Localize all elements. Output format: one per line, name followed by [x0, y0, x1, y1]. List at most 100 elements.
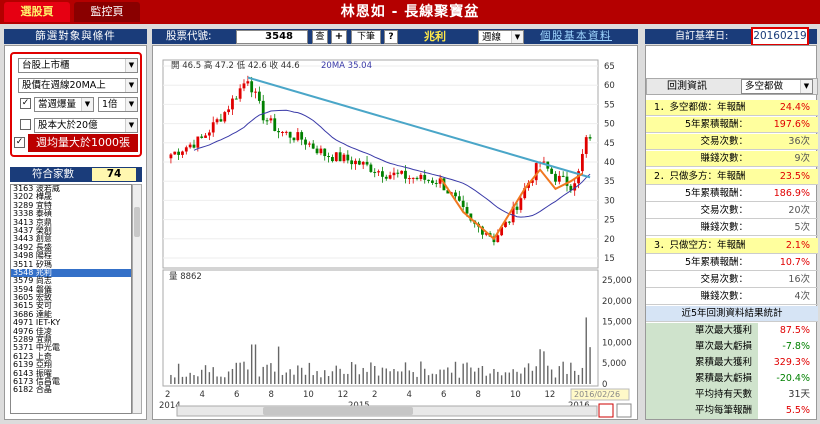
candle-body [269, 118, 273, 121]
section-row-label: 交易次數： [700, 136, 748, 147]
tab-monitoring[interactable]: 監控頁 [74, 2, 140, 22]
stock-name: 兆利 [424, 30, 446, 43]
ohlc-label: 開 46.5 高 47.2 低 42.6 收 44.6 [171, 60, 300, 71]
candle-body [169, 154, 173, 159]
app-title: 林恩如 - 長線聚寶盆 [340, 4, 480, 20]
period-select[interactable]: 週線 ▼ [478, 30, 524, 44]
date-tag: 2016/02/26 [574, 390, 620, 399]
x-tick-label: 2 [372, 390, 377, 400]
base-date-input[interactable]: 20160219 [751, 27, 809, 46]
section-row-label: 5年累積報酬： [684, 257, 748, 268]
candle-body [415, 177, 419, 180]
candle-body [215, 119, 219, 123]
next-button[interactable]: 下筆 [351, 30, 381, 44]
candle-body [311, 143, 315, 149]
stock-list-scrollbar[interactable] [132, 184, 142, 414]
stat-value: -7.8% [782, 341, 810, 352]
capital-select[interactable]: 股本大於20億 ▼ [34, 118, 138, 133]
section-title: 1．多空都做：年報酬 24.4% [646, 100, 818, 116]
candle-body [561, 175, 565, 177]
candle-body [265, 120, 269, 122]
x-tick-label: 10 [510, 390, 521, 400]
filter-section-title: 篩選對象與條件 [4, 29, 147, 44]
candle-body [554, 173, 557, 182]
price-tick-label: 15 [604, 254, 615, 264]
candle-body [431, 180, 434, 183]
price-tick-label: 35 [604, 177, 615, 187]
tab-stock-picking[interactable]: 選股頁 [4, 2, 70, 22]
x-tick-label: 6 [441, 390, 446, 400]
candle-body [300, 132, 304, 140]
stat-label: 累積最大虧損 [646, 371, 758, 387]
count-value: 74 [92, 168, 136, 181]
stat-label: 平均每筆報酬 [646, 403, 758, 419]
candle-body [242, 83, 246, 89]
stat-value: -20.4% [776, 373, 810, 384]
candle-body [419, 174, 423, 180]
candle-body [381, 171, 384, 177]
x-tick-label: 2 [165, 390, 170, 400]
candle-body [281, 131, 284, 133]
price-tick-label: 50 [604, 120, 615, 130]
backtest-panel: 回測資訊 多空都做 ▼ 1．多空都做：年報酬 24.4% 5年累積報酬： 197.6% 交… [645, 45, 818, 420]
market-select[interactable]: 台股上市櫃 ▼ [18, 58, 138, 73]
candle-body [338, 152, 342, 162]
multiplier-select[interactable]: 1倍 ▼ [98, 97, 138, 112]
candle-body [315, 148, 319, 154]
section-title-label: 1．多空都做：年報酬 [654, 102, 746, 113]
capital-checkbox[interactable] [20, 119, 31, 130]
price-tick-label: 45 [604, 139, 615, 149]
candle-body [392, 172, 396, 176]
candle-body [261, 100, 265, 121]
scrollbar-thumb[interactable] [134, 207, 140, 237]
basic-info-link[interactable]: 個股基本資料 [540, 30, 612, 43]
candle-body [454, 192, 457, 197]
help-button[interactable]: ? [384, 30, 398, 44]
base-date-label: 自訂基準日: [675, 31, 729, 42]
volume-checkbox[interactable]: ✓ [20, 98, 31, 109]
mode-select[interactable]: 多空都做 ▼ [741, 79, 813, 94]
price-tick-label: 60 [604, 81, 615, 91]
section-row: 5年累積報酬： 186.9% [646, 186, 818, 202]
zoom-in-icon [598, 403, 614, 418]
volume-tick-label: 5,000 [602, 359, 626, 369]
section-row-label: 賺錢次數： [700, 222, 748, 233]
candle-body [188, 144, 192, 148]
candle-body [400, 170, 404, 174]
section-row-value: 9次 [794, 153, 810, 164]
ma-label: 20MA 35.04 [321, 61, 372, 71]
candle-body [200, 136, 204, 138]
candle-body [588, 137, 592, 139]
stat-value: 329.3% [773, 357, 810, 368]
stat-label: 平均持有天數 [646, 387, 758, 403]
candle-body [196, 136, 200, 148]
condition-select[interactable]: 股價在週線20MA上 ▼ [18, 78, 138, 93]
candle-body [584, 137, 588, 154]
x-tick-label: 8 [476, 390, 481, 400]
query-button[interactable]: 查 [312, 30, 328, 44]
candle-body [434, 182, 438, 184]
volume-pane [162, 269, 599, 387]
volume-select[interactable]: 當週爆量 ▼ [34, 97, 94, 112]
add-button[interactable]: + [331, 30, 347, 44]
stock-code-input[interactable]: 3548 [236, 30, 308, 44]
weekly-volume-checkbox[interactable]: ✓ [14, 137, 25, 148]
candle-body [304, 139, 307, 145]
x-tick-label: 8 [269, 390, 274, 400]
stock-list[interactable]: 3163 波若威 3202 樺晟 3289 宜特 3338 泰碩 3413 京鼎 3437… [10, 184, 132, 414]
candle-body [254, 91, 257, 93]
candle-body [457, 196, 461, 201]
volume-tick-label: 20,000 [602, 297, 632, 307]
candle-body [207, 132, 211, 136]
list-item[interactable]: 6182 合晶 [11, 385, 131, 394]
candle-body [227, 109, 231, 113]
price-pane [162, 59, 599, 269]
candle-body [231, 98, 234, 110]
x-tick-label: 4 [407, 390, 412, 400]
volume-tick-label: 25,000 [602, 276, 632, 286]
volume-label: 量 8862 [169, 272, 202, 282]
section-title: 3．只做空方：年報酬 2.1% [646, 238, 818, 254]
section-title-value: 24.4% [779, 102, 810, 113]
weekly-volume-filter[interactable]: 週均量大於1000張 [28, 134, 138, 152]
section-row: 賺錢次數： 5次 [646, 220, 818, 236]
